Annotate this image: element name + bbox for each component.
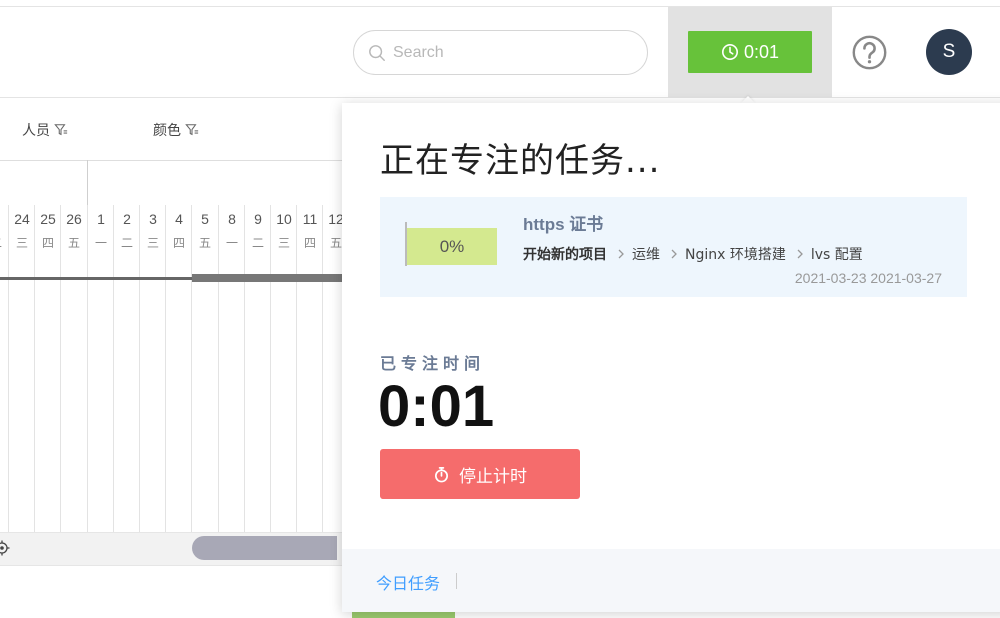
chevron-right-icon — [671, 249, 677, 259]
day-number: 5 — [201, 211, 209, 227]
gantt-day-column: 3二 — [0, 205, 8, 535]
task-dates: 2021-03-23 2021-03-27 — [794, 270, 942, 286]
filter-people-label: 人员 — [22, 123, 50, 139]
breadcrumb-item[interactable]: 运维 — [632, 244, 660, 264]
day-weekday: 五 — [67, 236, 80, 250]
focus-popover: 正在专注的任务... 0% https 证书 开始新的项目 运维 Nginx 环… — [342, 103, 1000, 612]
footer-divider — [456, 573, 457, 589]
filter-color-label: 颜色 — [153, 123, 181, 139]
day-weekday: 三 — [146, 236, 159, 250]
avatar-initial: S — [942, 41, 956, 62]
breadcrumb-item[interactable]: lvs 配置 — [811, 244, 863, 264]
gantt-day-column: 3三 — [139, 205, 165, 535]
search-box[interactable]: Search — [353, 30, 648, 75]
stopwatch-icon — [434, 466, 449, 482]
gantt-day-column: 11 四 — [296, 205, 322, 535]
chevron-right-icon — [618, 249, 624, 259]
day-weekday: 三 — [277, 236, 290, 250]
user-avatar[interactable]: S — [926, 29, 972, 75]
day-number: 1 — [97, 211, 105, 227]
gantt-week-divider — [87, 160, 88, 205]
gantt-day-column: 2二 — [113, 205, 139, 535]
clock-icon — [721, 43, 738, 61]
gantt-day-column: 25 四 — [34, 205, 60, 535]
timer-label: 0:01 — [743, 41, 780, 62]
day-number: 11 — [302, 211, 318, 227]
day-weekday: 二 — [251, 236, 264, 250]
day-number: 3 — [149, 211, 157, 227]
stop-timer-button[interactable]: 停止计时 — [380, 449, 580, 499]
gantt-day-column: 26 五 — [60, 205, 86, 535]
focused-task-card[interactable]: 0% https 证书 开始新的项目 运维 Nginx 环境搭建 lvs 配置 … — [380, 197, 967, 297]
search-placeholder: Search — [393, 43, 444, 61]
breadcrumb-project[interactable]: 开始新的项目 — [523, 244, 607, 264]
gantt-day-column: 9二 — [244, 205, 270, 535]
gantt-day-column: 5五 — [191, 205, 217, 535]
filter-icon — [54, 124, 68, 136]
day-number: 10 — [276, 211, 292, 227]
today-tasks-link[interactable]: 今日任务 — [376, 570, 440, 594]
gantt-summary-bar — [0, 277, 192, 280]
locate-icon[interactable] — [0, 540, 10, 556]
gantt-day-column: 4四 — [165, 205, 191, 535]
day-number: 8 — [228, 211, 236, 227]
day-weekday: 五 — [198, 236, 211, 250]
filter-color[interactable]: 颜色 — [153, 120, 199, 140]
day-weekday: 三 — [15, 236, 28, 250]
popover-footer: 今日任务 — [342, 549, 1000, 612]
search-icon — [369, 44, 385, 61]
day-weekday: 一 — [225, 236, 238, 250]
focused-time-value: 0:01 — [378, 374, 495, 439]
day-weekday: 二 — [120, 236, 133, 250]
day-number: 2 — [123, 211, 131, 227]
breadcrumb-item[interactable]: Nginx 环境搭建 — [685, 244, 786, 264]
day-weekday: 四 — [172, 236, 185, 250]
day-number: 24 — [14, 211, 30, 227]
day-weekday: 四 — [41, 236, 54, 250]
gantt-day-column: 1一 — [87, 205, 113, 535]
day-number: 26 — [66, 211, 82, 227]
gantt-header-divider — [0, 160, 345, 161]
filter-icon — [185, 124, 199, 136]
gantt-day-column: 8一 — [218, 205, 244, 535]
gantt-summary-bar[interactable] — [192, 274, 345, 282]
gantt-day-column: 24 三 — [8, 205, 34, 535]
task-breadcrumb: 开始新的项目 运维 Nginx 环境搭建 lvs 配置 — [523, 244, 863, 264]
gantt-day-column: 10 三 — [270, 205, 296, 535]
progress-box: 0% — [407, 228, 497, 265]
task-progress: 0% — [405, 222, 499, 266]
day-number: 9 — [254, 211, 262, 227]
gantt-green-bar — [352, 612, 455, 618]
day-number: 4 — [175, 211, 183, 227]
top-header: Search 0:01 S — [0, 7, 1000, 98]
chevron-right-icon — [797, 249, 803, 259]
gantt-task-bar[interactable] — [192, 536, 337, 560]
day-weekday: 四 — [303, 236, 316, 250]
stop-timer-label: 停止计时 — [459, 466, 527, 487]
gantt-days: 3二 24三 25四 26五 1一 2二 3三 4四 5五 8一 9二 10三 … — [0, 205, 345, 535]
task-name[interactable]: https 证书 — [523, 210, 603, 235]
help-icon[interactable] — [851, 34, 888, 71]
focus-timer-button[interactable]: 0:01 — [688, 31, 812, 73]
filter-people[interactable]: 人员 — [22, 120, 68, 140]
day-weekday: 一 — [94, 236, 107, 250]
popover-arrow — [741, 96, 755, 103]
day-number: 25 — [40, 211, 56, 227]
progress-text: 0% — [439, 236, 465, 256]
focused-time-label: 已专注时间 — [380, 354, 486, 373]
popover-title: 正在专注的任务... — [380, 141, 661, 181]
